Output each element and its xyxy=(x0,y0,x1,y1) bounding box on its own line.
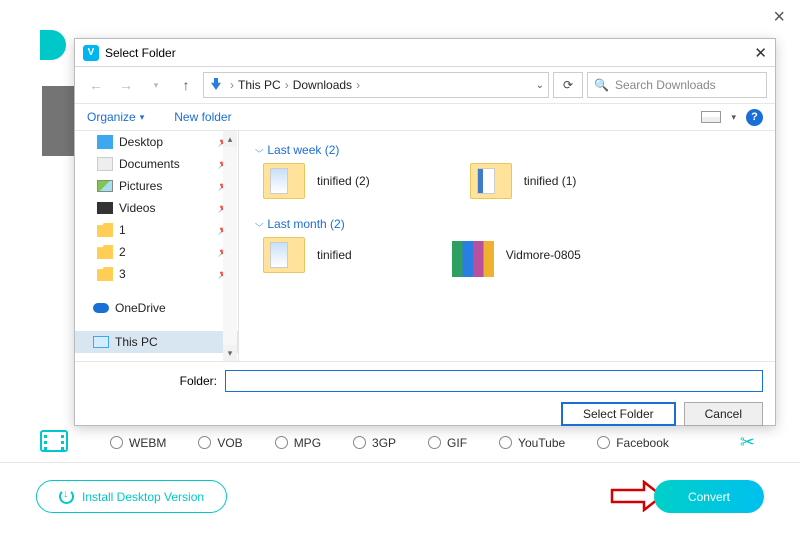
radio-youtube[interactable]: YouTube xyxy=(499,436,565,450)
tree-label: OneDrive xyxy=(115,301,166,315)
group-header-lastmonth[interactable]: Last month (2) xyxy=(255,217,759,231)
radio-3gp[interactable]: 3GP xyxy=(353,436,396,450)
search-placeholder: Search Downloads xyxy=(615,78,716,92)
folder-content: Last week (2) tinified (2) tinified (1) … xyxy=(239,131,775,361)
tree-label: Videos xyxy=(119,201,155,215)
tree-desktop[interactable]: Desktop📌 xyxy=(75,131,238,153)
tree-label: This PC xyxy=(115,335,158,349)
titlebar: V Select Folder ✕ xyxy=(75,39,775,67)
tree-label: Desktop xyxy=(119,135,163,149)
tree-documents[interactable]: Documents📌 xyxy=(75,153,238,175)
tree-pictures[interactable]: Pictures📌 xyxy=(75,175,238,197)
divider xyxy=(0,462,800,463)
folder-item[interactable]: tinified (2) xyxy=(263,163,370,199)
folder-thumb-icon xyxy=(263,237,305,273)
radio-webm[interactable]: WEBM xyxy=(110,436,166,450)
folder-name-input[interactable] xyxy=(225,370,763,392)
address-bar[interactable]: › This PC › Downloads › ⌄ xyxy=(203,72,549,98)
item-label: tinified xyxy=(317,248,352,262)
folder-field-label: Folder: xyxy=(87,374,217,388)
refresh-button[interactable]: ⟳ xyxy=(553,72,583,98)
new-folder-button[interactable]: New folder xyxy=(174,110,231,124)
breadcrumb-sep: › xyxy=(285,78,289,92)
item-label: tinified (1) xyxy=(524,174,577,188)
tree-folder-2[interactable]: 2📌 xyxy=(75,241,238,263)
address-dropdown-icon[interactable]: ⌄ xyxy=(536,80,544,91)
tree-label: 2 xyxy=(119,245,126,259)
tree-label: 1 xyxy=(119,223,126,237)
nav-tree: Desktop📌 Documents📌 Pictures📌 Videos📌 1📌… xyxy=(75,131,239,361)
format-radio-row: WEBM VOB MPG 3GP GIF YouTube Facebook xyxy=(110,436,720,450)
radio-facebook[interactable]: Facebook xyxy=(597,436,669,450)
folder-icon xyxy=(97,267,113,281)
item-label: Vidmore-0805 xyxy=(506,248,581,262)
close-icon[interactable]: × xyxy=(773,6,785,29)
select-folder-button[interactable]: Select Folder xyxy=(561,402,676,426)
forward-button: → xyxy=(113,72,139,98)
item-label: tinified (2) xyxy=(317,174,370,188)
breadcrumb-root[interactable]: This PC xyxy=(238,78,281,92)
view-dropdown-icon[interactable]: ▾ xyxy=(731,112,736,123)
folder-icon xyxy=(97,223,113,237)
convert-label: Convert xyxy=(688,490,730,504)
radio-vob[interactable]: VOB xyxy=(198,436,242,450)
dialog-close-icon[interactable]: ✕ xyxy=(754,44,767,62)
dialog-footer: Folder: Select Folder Cancel xyxy=(75,361,775,434)
folder-thumb-icon xyxy=(263,163,305,199)
up-button[interactable]: ↑ xyxy=(173,72,199,98)
tree-label: Pictures xyxy=(119,179,162,193)
install-desktop-button[interactable]: Install Desktop Version xyxy=(36,480,227,513)
search-box[interactable]: 🔍 Search Downloads xyxy=(587,72,767,98)
tree-folder-3[interactable]: 3📌 xyxy=(75,263,238,285)
help-icon[interactable]: ? xyxy=(746,109,763,126)
nav-row: ← → ▾ ↑ › This PC › Downloads › ⌄ ⟳ 🔍 Se… xyxy=(75,67,775,103)
dialog-title: Select Folder xyxy=(105,46,176,60)
videos-icon xyxy=(97,202,113,214)
scroll-down-icon[interactable]: ▾ xyxy=(223,345,237,361)
convert-button[interactable]: Convert xyxy=(654,480,764,513)
pc-icon xyxy=(93,336,109,348)
toolbar: Organize New folder ▾ ? xyxy=(75,103,775,131)
scroll-up-icon[interactable]: ▴ xyxy=(223,131,237,147)
desktop-icon xyxy=(97,135,113,149)
download-folder-icon xyxy=(208,76,226,94)
film-icon xyxy=(40,430,68,452)
folder-item[interactable]: tinified (1) xyxy=(470,163,577,199)
group-header-lastweek[interactable]: Last week (2) xyxy=(255,143,759,157)
tree-onedrive[interactable]: OneDrive xyxy=(75,297,238,319)
breadcrumb-sep: › xyxy=(356,78,360,92)
tree-scrollbar[interactable]: ▴▾ xyxy=(223,131,237,361)
folder-item[interactable]: tinified xyxy=(263,237,352,273)
folder-item[interactable]: Vidmore-0805 xyxy=(452,237,581,273)
scissors-icon[interactable]: ✂ xyxy=(740,432,755,453)
select-folder-dialog: V Select Folder ✕ ← → ▾ ↑ › This PC › Do… xyxy=(74,38,776,426)
tree-label: Documents xyxy=(119,157,180,171)
radio-gif[interactable]: GIF xyxy=(428,436,467,450)
breadcrumb-sep: › xyxy=(230,78,234,92)
folder-thumb-icon xyxy=(452,237,494,273)
tree-videos[interactable]: Videos📌 xyxy=(75,197,238,219)
scroll-track[interactable] xyxy=(223,147,237,345)
bg-add-button-partial xyxy=(40,30,66,60)
search-icon: 🔍 xyxy=(594,78,609,92)
cloud-icon xyxy=(93,303,109,313)
install-label: Install Desktop Version xyxy=(82,490,204,504)
download-icon xyxy=(59,489,74,504)
app-logo-icon: V xyxy=(83,45,99,61)
cancel-button[interactable]: Cancel xyxy=(684,402,763,426)
organize-menu[interactable]: Organize xyxy=(87,110,144,124)
document-icon xyxy=(97,157,113,171)
folder-thumb-icon xyxy=(470,163,512,199)
back-button[interactable]: ← xyxy=(83,72,109,98)
radio-mpg[interactable]: MPG xyxy=(275,436,321,450)
pictures-icon xyxy=(97,180,113,192)
recent-dropdown[interactable]: ▾ xyxy=(143,72,169,98)
tree-folder-1[interactable]: 1📌 xyxy=(75,219,238,241)
tree-this-pc[interactable]: This PC xyxy=(75,331,238,353)
tree-label: 3 xyxy=(119,267,126,281)
breadcrumb-folder[interactable]: Downloads xyxy=(293,78,352,92)
folder-icon xyxy=(97,245,113,259)
view-options-button[interactable] xyxy=(701,111,721,123)
